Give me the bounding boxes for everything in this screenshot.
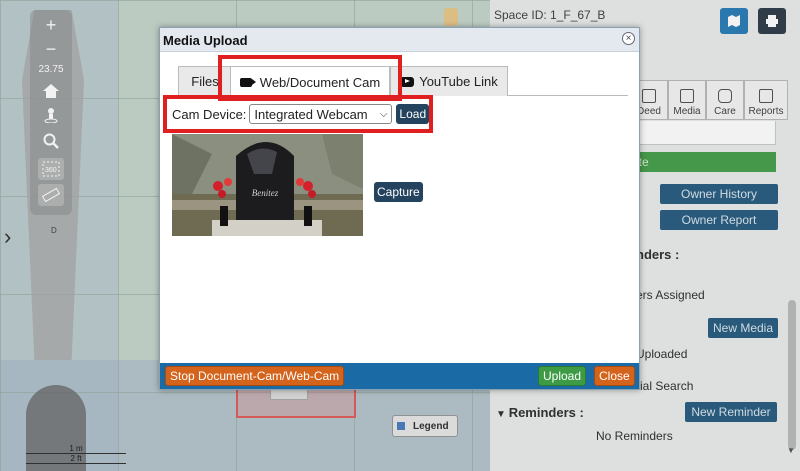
headstone-name: Benitez bbox=[252, 188, 279, 198]
highlight-box bbox=[163, 95, 433, 133]
close-icon[interactable]: × bbox=[622, 32, 635, 45]
media-upload-dialog: Media Upload × Files Web/Document Cam Yo… bbox=[159, 27, 640, 390]
tab-label: Files bbox=[191, 74, 219, 89]
stop-cam-button[interactable]: Stop Document-Cam/Web-Cam bbox=[165, 366, 345, 386]
tab-youtube-link[interactable]: YouTube Link bbox=[390, 66, 508, 96]
youtube-icon bbox=[400, 76, 415, 87]
dialog-title: Media Upload bbox=[160, 28, 639, 52]
dialog-footer: Stop Document-Cam/Web-Cam Upload Close bbox=[160, 363, 639, 389]
close-button[interactable]: Close bbox=[594, 366, 635, 386]
tab-label: YouTube Link bbox=[419, 74, 498, 89]
upload-button[interactable]: Upload bbox=[538, 366, 587, 386]
webcam-preview-image: Benitez bbox=[172, 134, 363, 236]
webcam-preview: Benitez bbox=[172, 134, 363, 236]
capture-button[interactable]: Capture bbox=[374, 182, 423, 202]
